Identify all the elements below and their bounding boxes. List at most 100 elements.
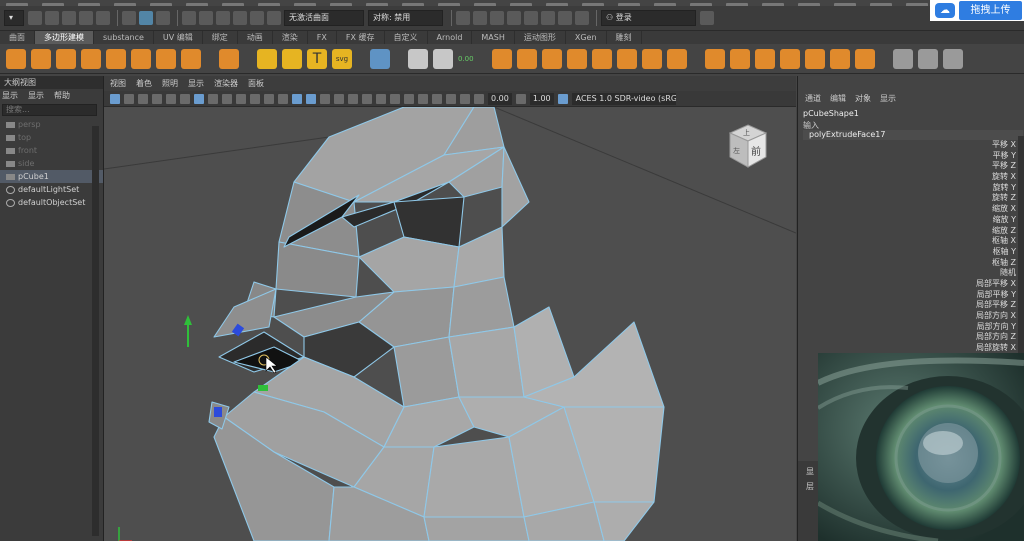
merge-icon[interactable]: [616, 48, 637, 69]
svg-tool-icon[interactable]: svg: [332, 48, 352, 69]
viewport-menu-item[interactable]: 面板: [248, 76, 264, 91]
shelf-tab[interactable]: 多边形建模: [35, 31, 94, 44]
view-cube[interactable]: 上 左 前: [726, 123, 770, 172]
uv-auto-icon[interactable]: [804, 48, 825, 69]
image-plane-icon[interactable]: [152, 93, 162, 104]
snap-view-icon[interactable]: [233, 11, 247, 25]
combine-icon[interactable]: [666, 48, 687, 69]
poly-disc-icon[interactable]: [181, 48, 201, 69]
shelf-tab[interactable]: 曲面: [0, 31, 35, 44]
channel-attribute[interactable]: 平移 Y: [798, 151, 1016, 162]
motion-blur-icon[interactable]: [390, 93, 400, 104]
channel-attribute[interactable]: 局部方向 X: [798, 311, 1016, 322]
outliner-item[interactable]: persp: [0, 118, 103, 131]
mesh-display-icon[interactable]: [370, 48, 390, 69]
render-frame-icon[interactable]: [456, 11, 470, 25]
outliner-menu-show[interactable]: 显示: [28, 89, 44, 102]
viewport-menu-item[interactable]: 渲染器: [214, 76, 238, 91]
target-weld-icon[interactable]: [408, 48, 428, 69]
crease-tool-icon[interactable]: [892, 48, 913, 69]
channel-attribute[interactable]: 旋转 Z: [798, 193, 1016, 204]
input-node-name[interactable]: polyExtrudeFace17: [803, 130, 1023, 140]
channel-attribute[interactable]: 局部平移 X: [798, 279, 1016, 290]
select-hierarchy-icon[interactable]: [122, 11, 136, 25]
channel-attribute[interactable]: 随机: [798, 268, 1016, 279]
grease-pencil-icon[interactable]: [180, 93, 190, 104]
outliner-item[interactable]: defaultObjectSet: [0, 196, 103, 209]
default-material-icon[interactable]: [320, 93, 330, 104]
viewport-menu-item[interactable]: 着色: [136, 76, 152, 91]
shadows-icon[interactable]: [362, 93, 372, 104]
ipr-render-icon[interactable]: [473, 11, 487, 25]
shelf-tab[interactable]: XGen: [566, 31, 607, 44]
channel-attribute[interactable]: 局部平移 Z: [798, 300, 1016, 311]
shelf-tab[interactable]: UV 编辑: [154, 31, 203, 44]
anti-aliasing-icon[interactable]: [404, 93, 414, 104]
poly-cylinder-icon[interactable]: [56, 48, 76, 69]
resolution-gate-icon[interactable]: [222, 93, 232, 104]
xray-joints-icon[interactable]: [446, 93, 456, 104]
reduce-icon[interactable]: [754, 48, 775, 69]
wireframe-icon[interactable]: [292, 93, 302, 104]
viewport-menu-item[interactable]: 显示: [188, 76, 204, 91]
shelf-tab[interactable]: 自定义: [385, 31, 428, 44]
smooth-shade-icon[interactable]: [306, 93, 316, 104]
view-transform-dropdown[interactable]: ACES 1.0 SDR-video (sRGB: [571, 92, 676, 105]
shape-name[interactable]: pCubeShape1: [803, 109, 859, 118]
platonic-icon[interactable]: [219, 48, 239, 69]
snap-together-icon[interactable]: [267, 11, 281, 25]
outliner-item[interactable]: defaultLightSet: [0, 183, 103, 196]
channel-attribute[interactable]: 平移 Z: [798, 161, 1016, 172]
help-search-icon[interactable]: [700, 11, 714, 25]
shelf-tab[interactable]: 运动图形: [515, 31, 566, 44]
render-view-icon[interactable]: [524, 11, 538, 25]
xray-icon[interactable]: [432, 93, 442, 104]
channel-attribute[interactable]: 枢轴 X: [798, 236, 1016, 247]
poly-plane-icon[interactable]: [106, 48, 126, 69]
multicut-icon[interactable]: [641, 48, 662, 69]
outliner-menu-display[interactable]: 显示: [2, 89, 18, 102]
camera-attributes-icon[interactable]: [124, 93, 134, 104]
super-shape-icon[interactable]: [282, 48, 302, 69]
poly-sphere-icon[interactable]: [6, 48, 26, 69]
channel-attribute[interactable]: 枢轴 Z: [798, 258, 1016, 269]
select-object-icon[interactable]: [139, 11, 153, 25]
pause-icon[interactable]: [558, 11, 572, 25]
cb-menu-object[interactable]: 对象: [855, 93, 871, 104]
channel-attribute[interactable]: 局部方向 Z: [798, 332, 1016, 343]
outliner-item[interactable]: top: [0, 131, 103, 144]
shelf-tab[interactable]: 雕刻: [607, 31, 642, 44]
channel-attribute[interactable]: 枢轴 Y: [798, 247, 1016, 258]
shelf-tab[interactable]: 绑定: [203, 31, 238, 44]
symmetry-combo[interactable]: 对称: 禁用: [368, 10, 443, 26]
hypershade-icon[interactable]: [507, 11, 521, 25]
channel-attribute[interactable]: 缩放 Y: [798, 215, 1016, 226]
sweep-mesh-icon[interactable]: [257, 48, 277, 69]
bookmarks-icon[interactable]: [138, 93, 148, 104]
channel-attribute[interactable]: 局部平移 Y: [798, 290, 1016, 301]
open-scene-icon[interactable]: [45, 11, 59, 25]
login-combo[interactable]: ⚇ 登录: [601, 10, 696, 26]
channel-attribute[interactable]: 旋转 X: [798, 172, 1016, 183]
channel-attribute[interactable]: 缩放 Z: [798, 226, 1016, 237]
bridge-icon[interactable]: [491, 48, 512, 69]
uv-layout-icon[interactable]: [829, 48, 850, 69]
poly-cube-icon[interactable]: [31, 48, 51, 69]
shelf-tab[interactable]: 动画: [238, 31, 273, 44]
cb-menu-channels[interactable]: 通道: [805, 93, 821, 104]
mirror-icon[interactable]: [704, 48, 725, 69]
type-tool-icon[interactable]: T: [307, 48, 327, 69]
new-scene-icon[interactable]: [28, 11, 42, 25]
undo-icon[interactable]: [79, 11, 93, 25]
menu-set-dropdown[interactable]: ▾: [4, 10, 24, 26]
select-camera-icon[interactable]: [110, 93, 120, 104]
snap-live-icon[interactable]: [250, 11, 264, 25]
outliner-item[interactable]: front: [0, 144, 103, 157]
channel-attribute[interactable]: 平移 X: [798, 140, 1016, 151]
outliner-item[interactable]: pCube1: [0, 170, 103, 183]
poly-torus-icon[interactable]: [131, 48, 151, 69]
viewport-menu-item[interactable]: 视图: [110, 76, 126, 91]
color-management-icon[interactable]: [557, 93, 568, 104]
shelf-tab[interactable]: FX 缓存: [337, 31, 385, 44]
viewport-3d[interactable]: 上 左 前: [104, 107, 796, 541]
